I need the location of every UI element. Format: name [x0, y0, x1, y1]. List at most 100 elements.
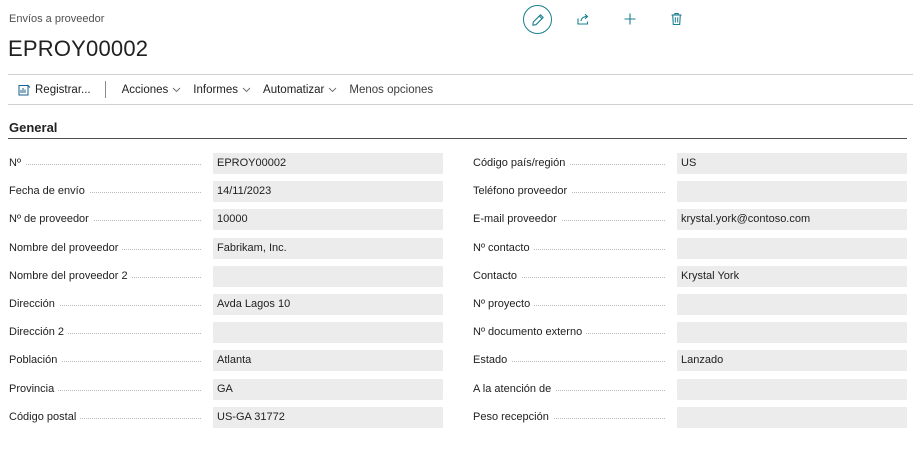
- field-row-fecha-de-envio: Fecha de envío 14/11/2023: [9, 181, 443, 209]
- field-input-nno-proyecto[interactable]: [677, 293, 907, 315]
- menos-opciones-button[interactable]: Menos opciones: [343, 75, 439, 104]
- acciones-label: Acciones: [121, 83, 169, 96]
- field-input-nno-contacto[interactable]: [677, 237, 907, 259]
- section-title-general[interactable]: General: [9, 120, 57, 135]
- field-label-text: Contacto: [473, 269, 522, 282]
- field-label-text: Código postal: [9, 410, 81, 423]
- field-label-text: Estado: [473, 354, 512, 367]
- field-label-text: Peso recepción: [473, 410, 553, 423]
- action-bar: Registrar... Acciones Informes Automatiz…: [8, 75, 439, 104]
- field-label-text: A la atención de: [473, 382, 556, 395]
- field-input-nno-documento-externo[interactable]: [677, 322, 907, 344]
- registrar-label: Registrar...: [35, 83, 91, 96]
- field-label-text: Teléfono proveedor: [473, 185, 572, 198]
- field-label-text: Código país/región: [473, 157, 570, 169]
- field-label: Peso recepción: [473, 407, 669, 428]
- chevron-down-icon: [329, 87, 337, 93]
- field-input-a-la-atencion-de[interactable]: [677, 378, 907, 400]
- field-label: A la atención de: [473, 379, 669, 400]
- automatizar-label: Automatizar: [263, 83, 325, 96]
- share-button[interactable]: [569, 5, 597, 33]
- field-label-text: Nº de proveedor: [9, 213, 93, 226]
- field-input-fecha-de-envio[interactable]: 14/11/2023: [213, 181, 443, 203]
- field-label: Dirección: [9, 294, 205, 315]
- field-row-direccion-2: Dirección 2: [9, 322, 443, 350]
- field-row-codigo-postal: Código postal US-GA 31772: [9, 406, 443, 435]
- field-row-nno-proyecto: Nº proyecto: [473, 293, 907, 322]
- field-label-text: Nombre del proveedor 2: [9, 269, 132, 282]
- field-input-poblacion[interactable]: Atlanta: [213, 350, 443, 372]
- field-input-nno[interactable]: EPROY00002: [213, 153, 443, 174]
- field-input-provincia[interactable]: GA: [213, 378, 443, 400]
- field-row-e-mail-proveedor: E-mail proveedor krystal.york@contoso.com: [473, 209, 907, 237]
- field-input-direccion[interactable]: Avda Lagos 10: [213, 293, 443, 315]
- field-input-nombre-del-proveedor[interactable]: Fabrikam, Inc.: [213, 237, 443, 259]
- general-left-column: Nº EPROY00002 Fecha de envío 14/11/2023 Nº d…: [9, 153, 443, 435]
- field-label: Nombre del proveedor: [9, 238, 205, 259]
- registrar-button[interactable]: Registrar...: [8, 75, 97, 104]
- field-label: Población: [9, 350, 205, 371]
- breadcrumb: Envíos a proveedor: [9, 13, 105, 25]
- field-row-nno-de-proveedor: Nº de proveedor 10000: [9, 209, 443, 237]
- field-label: Estado: [473, 350, 669, 371]
- add-button[interactable]: [616, 5, 644, 33]
- field-row-nombre-del-proveedor: Nombre del proveedor Fabrikam, Inc.: [9, 237, 443, 266]
- chevron-down-icon: [172, 87, 181, 93]
- field-row-peso-recepcion: Peso recepción: [473, 406, 907, 435]
- field-row-nombre-del-proveedor-2: Nombre del proveedor 2: [9, 265, 443, 294]
- section-divider: [8, 138, 907, 139]
- field-label-text: Provincia: [9, 382, 59, 395]
- field-label-text: Población: [9, 354, 62, 367]
- field-row-codigo-pais-region: Código país/región US: [473, 153, 907, 181]
- trash-icon: [671, 13, 681, 26]
- field-input-nombre-del-proveedor-2[interactable]: [213, 265, 443, 287]
- field-label: Nº proyecto: [473, 294, 669, 315]
- field-input-e-mail-proveedor[interactable]: krystal.york@contoso.com: [677, 209, 907, 231]
- field-label-text: Nº contacto: [473, 241, 534, 254]
- field-label-text: Nº documento externo: [473, 326, 587, 339]
- field-row-direccion: Dirección Avda Lagos 10: [9, 293, 443, 322]
- field-row-telefono-proveedor: Teléfono proveedor: [473, 181, 907, 209]
- acciones-menu[interactable]: Acciones: [116, 75, 188, 104]
- field-row-poblacion: Población Atlanta: [9, 350, 443, 378]
- field-label: Nº contacto: [473, 238, 669, 259]
- delete-button[interactable]: [662, 5, 690, 33]
- share-icon: [577, 13, 589, 25]
- field-row-provincia: Provincia GA: [9, 378, 443, 407]
- general-right-column: Código país/región US Teléfono proveedor E-…: [473, 153, 907, 435]
- field-label: Teléfono proveedor: [473, 181, 669, 202]
- field-input-peso-recepcion[interactable]: [677, 406, 907, 428]
- field-input-direccion-2[interactable]: [213, 322, 443, 344]
- chevron-down-icon: [242, 87, 251, 93]
- field-row-contacto: Contacto Krystal York: [473, 265, 907, 294]
- field-label: Nº: [9, 153, 205, 174]
- field-label-text: Nombre del proveedor: [9, 241, 123, 254]
- field-label-text: Dirección: [9, 297, 59, 310]
- informes-menu[interactable]: Informes: [187, 75, 257, 104]
- pencil-icon: [531, 13, 544, 26]
- field-label-text: E-mail proveedor: [473, 213, 561, 226]
- field-input-codigo-postal[interactable]: US-GA 31772: [213, 406, 443, 428]
- field-input-contacto[interactable]: Krystal York: [677, 265, 907, 287]
- field-input-estado[interactable]: Lanzado: [677, 350, 907, 372]
- field-row-a-la-atencion-de: A la atención de: [473, 378, 907, 407]
- field-label: Nombre del proveedor 2: [9, 266, 205, 287]
- field-row-estado: Estado Lanzado: [473, 350, 907, 378]
- field-label: Contacto: [473, 266, 669, 287]
- informes-label: Informes: [193, 83, 239, 96]
- field-label: Código país/región: [473, 153, 669, 174]
- field-label-text: Nº proyecto: [473, 297, 535, 310]
- field-label: Provincia: [9, 379, 205, 400]
- field-input-codigo-pais-region[interactable]: US: [677, 153, 907, 174]
- field-input-nno-de-proveedor[interactable]: 10000: [213, 209, 443, 231]
- field-label: Dirección 2: [9, 322, 205, 343]
- field-label-text: Dirección 2: [9, 326, 69, 339]
- field-row-nno: Nº EPROY00002: [9, 153, 443, 181]
- field-input-telefono-proveedor[interactable]: [677, 181, 907, 203]
- page-title: EPROY00002: [8, 36, 149, 61]
- field-label-text: Fecha de envío: [9, 185, 89, 198]
- automatizar-menu[interactable]: Automatizar: [257, 75, 343, 104]
- edit-button[interactable]: [523, 5, 552, 34]
- field-label: Nº documento externo: [473, 322, 669, 343]
- actionbar-separator: [104, 81, 106, 98]
